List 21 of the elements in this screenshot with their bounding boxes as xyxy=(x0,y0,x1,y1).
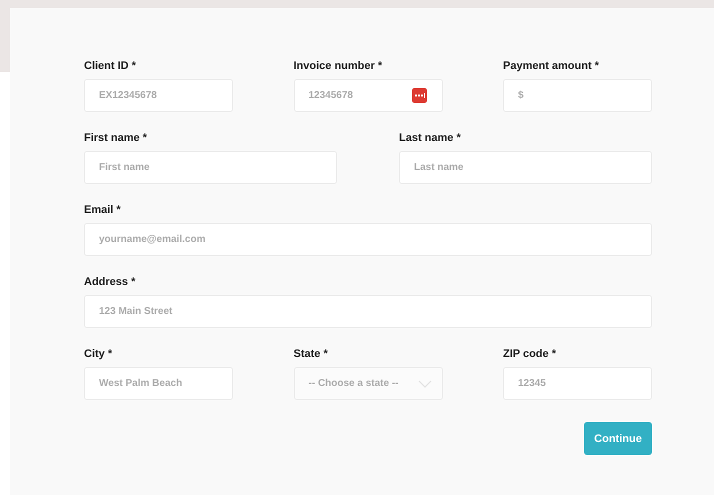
field-label: Email * xyxy=(84,204,122,217)
input-field[interactable]: Last name xyxy=(399,151,652,184)
input-field[interactable]: $ xyxy=(503,79,652,112)
input-field[interactable]: yourname@email.com xyxy=(84,223,652,256)
field-label: City * xyxy=(84,348,114,361)
field-label: First name * xyxy=(84,132,148,145)
input-field[interactable]: 123 Main Street xyxy=(84,295,652,328)
field-label: Payment amount * xyxy=(503,60,600,73)
input-field[interactable]: First name xyxy=(84,151,337,184)
input-field[interactable]: West Palm Beach xyxy=(84,367,233,400)
field-label: State * xyxy=(294,348,329,361)
field-label: Address * xyxy=(84,276,136,289)
field-label: Last name * xyxy=(399,132,462,145)
input-field[interactable]: 12345678 xyxy=(294,79,442,112)
continue-button[interactable]: Continue xyxy=(584,422,652,455)
field-label: Client ID * xyxy=(84,60,137,73)
field-label: Invoice number * xyxy=(294,60,384,73)
state-select[interactable]: -- Choose a state -- xyxy=(294,367,442,400)
input-field[interactable]: EX12345678 xyxy=(84,79,233,112)
input-field[interactable]: 12345 xyxy=(503,367,652,400)
field-label: ZIP code * xyxy=(503,348,557,361)
